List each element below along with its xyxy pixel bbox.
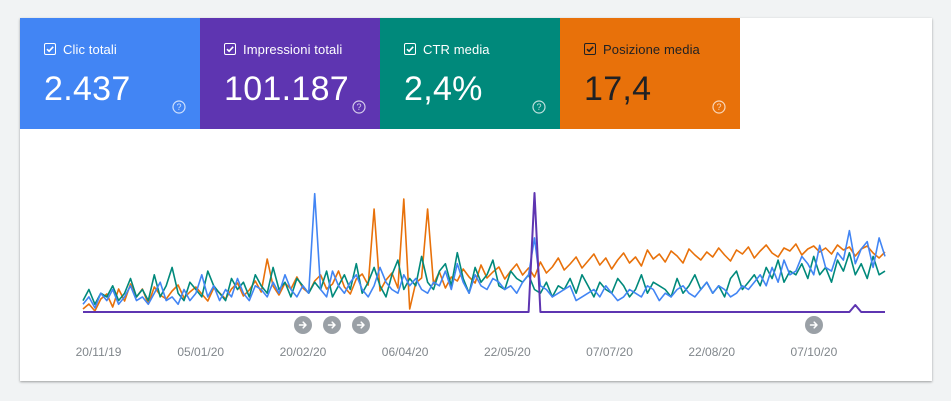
- metric-value-clicks: 2.437: [44, 70, 131, 108]
- x-axis-tick-label: 20/11/19: [75, 345, 122, 359]
- chart-plot: [82, 192, 886, 313]
- metric-checkbox-clicks[interactable]: [44, 43, 56, 55]
- series-line-posizione-media: [82, 198, 886, 312]
- x-axis-tick-label: 07/10/20: [790, 345, 838, 359]
- series-line-impressioni-totali: [83, 192, 885, 313]
- metric-tile-position[interactable]: Posizione media 17,4 ?: [560, 18, 740, 129]
- check-icon: [586, 46, 594, 53]
- metric-tiles: Clic totali 2.437 ? Impressioni totali 1…: [20, 18, 740, 129]
- help-circle-icon[interactable]: ?: [532, 100, 546, 114]
- svg-text:?: ?: [536, 102, 541, 112]
- arrow-right-icon: [809, 321, 818, 329]
- annotation-marker[interactable]: [322, 316, 341, 334]
- help-circle-icon[interactable]: ?: [352, 100, 366, 114]
- x-axis-tick-label: 06/04/20: [381, 345, 429, 359]
- arrow-right-icon: [298, 321, 307, 329]
- check-icon: [46, 46, 54, 53]
- metric-value-impressions: 101.187: [224, 70, 350, 108]
- performance-card: Clic totali 2.437 ? Impressioni totali 1…: [20, 18, 932, 381]
- check-icon: [226, 46, 234, 53]
- arrow-right-icon: [356, 321, 365, 329]
- x-axis-tick-label: 05/01/20: [177, 345, 225, 359]
- svg-text:?: ?: [176, 102, 181, 112]
- metric-tile-ctr[interactable]: CTR media 2,4% ?: [380, 18, 560, 129]
- x-axis-tick-label: 20/02/20: [279, 345, 327, 359]
- annotation-marker[interactable]: [293, 316, 312, 334]
- x-axis-tick-label: 07/07/20: [586, 345, 633, 359]
- metric-label-clicks: Clic totali: [63, 42, 117, 57]
- help-circle-icon[interactable]: ?: [172, 100, 186, 114]
- svg-text:?: ?: [356, 102, 361, 112]
- metric-tile-clicks[interactable]: Clic totali 2.437 ?: [20, 18, 200, 129]
- metric-label-position: Posizione media: [603, 42, 700, 57]
- annotation-marker[interactable]: [804, 316, 823, 334]
- metric-label-ctr: CTR media: [423, 42, 490, 57]
- metric-tile-impressions[interactable]: Impressioni totali 101.187 ?: [200, 18, 380, 129]
- metric-checkbox-impressions[interactable]: [224, 43, 236, 55]
- check-icon: [406, 46, 414, 53]
- x-axis-tick-label: 22/05/20: [483, 345, 531, 359]
- x-axis-tick-label: 22/08/20: [688, 345, 736, 359]
- performance-chart[interactable]: 20/11/19 05/01/20 20/02/20 06/04/20 22/05/20…: [20, 129, 932, 381]
- metric-checkbox-ctr[interactable]: [404, 43, 416, 55]
- arrow-right-icon: [327, 321, 336, 329]
- metric-value-position: 17,4: [584, 70, 652, 108]
- svg-text:?: ?: [716, 102, 721, 112]
- help-circle-icon[interactable]: ?: [712, 100, 726, 114]
- annotation-marker[interactable]: [351, 316, 370, 334]
- metric-label-impressions: Impressioni totali: [243, 42, 343, 57]
- metric-value-ctr: 2,4%: [404, 70, 483, 108]
- metric-checkbox-position[interactable]: [584, 43, 596, 55]
